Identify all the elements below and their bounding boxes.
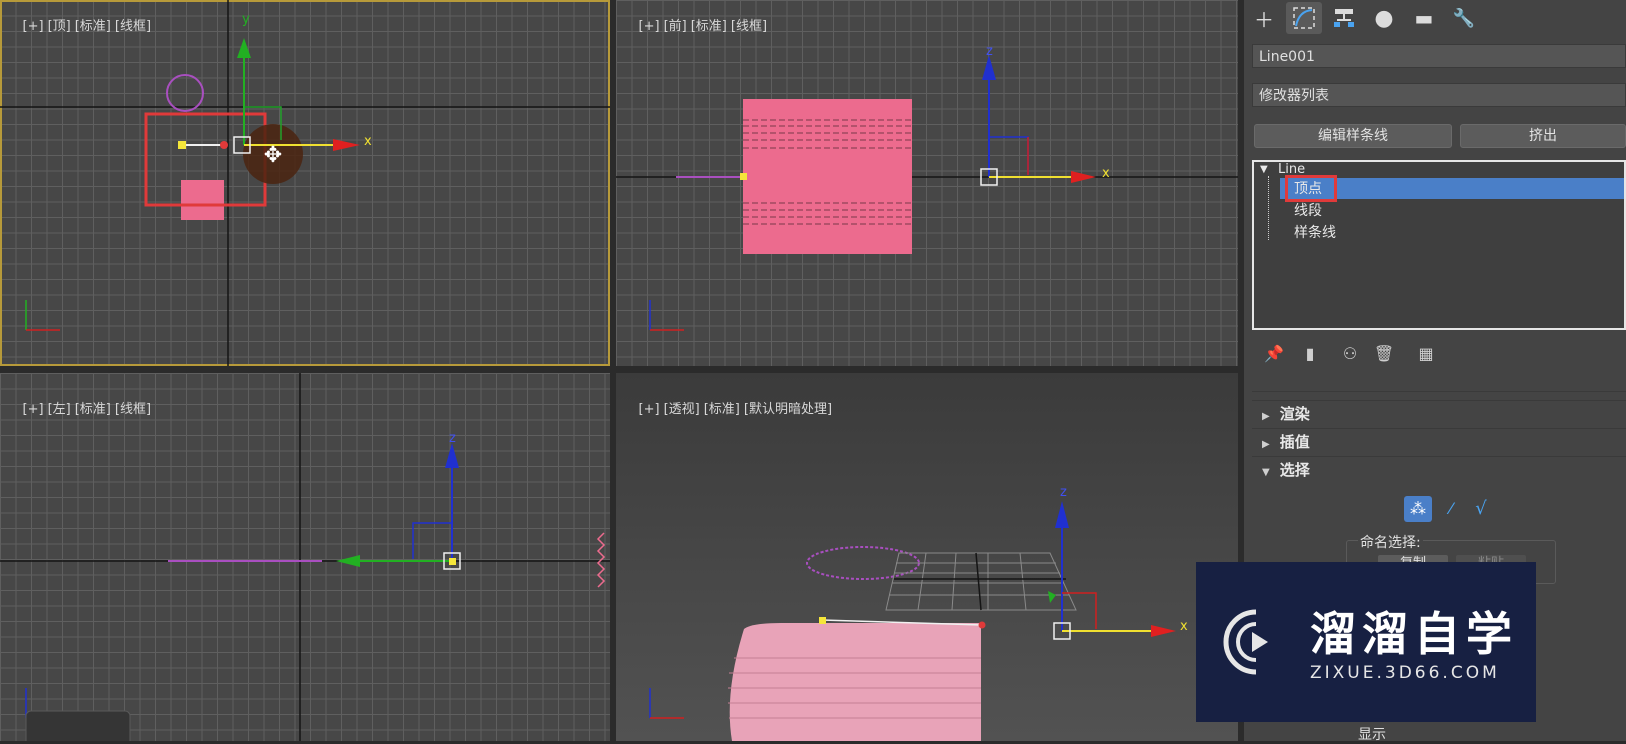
- utilities-icon: 🔧: [1452, 7, 1476, 29]
- circle-shape: [166, 74, 204, 112]
- display-icon: ▬: [1414, 6, 1434, 30]
- segment-icon: ⁄: [1449, 499, 1453, 518]
- watermark-subtitle: ZIXUE.3D66.COM: [1310, 663, 1500, 683]
- video-thumbnail: [25, 710, 131, 741]
- watermark-title: 溜溜自学: [1310, 607, 1518, 661]
- pin-stack-icon[interactable]: 📌: [1262, 342, 1286, 366]
- utilities-tab[interactable]: 🔧: [1446, 2, 1482, 34]
- show-end-result-icon[interactable]: ▮: [1298, 342, 1322, 366]
- front-axis-x-label: x: [1102, 166, 1110, 181]
- rollout-render[interactable]: ▶ 渲染: [1252, 400, 1626, 427]
- modifier-list-dropdown[interactable]: 修改器列表: [1252, 83, 1626, 107]
- rollout-interpolation[interactable]: ▶ 插值: [1252, 428, 1626, 455]
- pink-object-front: [743, 99, 912, 254]
- viewport-perspective-label[interactable]: [+] [透视] [标准] [默认明暗处理]: [622, 383, 836, 432]
- stack-item-spline[interactable]: 样条线: [1294, 223, 1336, 243]
- viewport-front-scene: [616, 55, 1238, 331]
- viewport-front[interactable]: [+] [前] [标准] [线框] x z: [616, 0, 1238, 366]
- object-name-field[interactable]: Line001: [1252, 44, 1626, 68]
- left-axis-z-label: z: [449, 431, 456, 446]
- vertex-mode-button[interactable]: ⁂: [1404, 496, 1432, 522]
- hierarchy-icon: [1334, 9, 1354, 27]
- top-axis-x-label: x: [364, 134, 372, 149]
- viewport-front-label[interactable]: [+] [前] [标准] [线框]: [622, 0, 771, 49]
- motion-tab[interactable]: ●: [1366, 2, 1402, 34]
- vertex-icon: ⁂: [1410, 499, 1426, 518]
- vertex-highlight-box: [1285, 175, 1337, 202]
- viewport-perspective[interactable]: [+] [透视] [标准] [默认明暗处理] x z: [616, 373, 1238, 741]
- extrude-button[interactable]: 挤出: [1460, 124, 1626, 148]
- watermark-logo: 溜溜自学 ZIXUE.3D66.COM: [1196, 562, 1536, 722]
- stack-tree-line: [1268, 176, 1271, 240]
- display-group-label: 显示: [1358, 727, 1386, 743]
- spline-icon: √: [1475, 498, 1487, 519]
- display-tab[interactable]: ▬: [1406, 2, 1442, 34]
- remove-modifier-icon[interactable]: 🗑: [1372, 342, 1396, 366]
- viewport-left[interactable]: [+] [左] [标准] [线框] z: [0, 373, 610, 741]
- edit-spline-button[interactable]: 编辑样条线: [1254, 124, 1452, 148]
- stack-collapse-icon[interactable]: ▼: [1260, 164, 1268, 175]
- viewport-top-label[interactable]: [+] [顶] [标准] [线框]: [6, 0, 155, 49]
- viewport-top[interactable]: [+] [顶] [标准] [线框] ✥ x y: [0, 0, 610, 366]
- divider: [1252, 391, 1626, 392]
- named-selection-label: 命名选择:: [1358, 532, 1423, 552]
- pink-object: [181, 180, 224, 220]
- segment-mode-button[interactable]: ⁄: [1438, 496, 1464, 522]
- create-tab[interactable]: ＋: [1246, 2, 1282, 34]
- expand-arrow-icon: ▶: [1262, 439, 1270, 450]
- viewport-left-label[interactable]: [+] [左] [标准] [线框]: [6, 383, 155, 432]
- create-icon: ＋: [1254, 7, 1274, 32]
- make-unique-icon[interactable]: ⚇: [1338, 342, 1362, 366]
- play-logo-icon: [1223, 609, 1268, 675]
- persp-axis-z-label: z: [1060, 485, 1067, 500]
- configure-modifier-sets-icon[interactable]: ▦: [1414, 342, 1438, 366]
- expand-arrow-icon: ▶: [1262, 411, 1270, 422]
- front-axis-z-label: z: [986, 44, 993, 59]
- modifier-stack: ▼ Line 顶点 线段 样条线: [1252, 160, 1626, 330]
- spline-mode-button[interactable]: √: [1468, 496, 1494, 522]
- persp-axis-x-label: x: [1180, 619, 1188, 634]
- modify-icon: [1293, 7, 1315, 29]
- collapse-arrow-icon: ▼: [1262, 467, 1270, 478]
- top-axis-y-label: y: [242, 12, 250, 27]
- command-panel-tabs: ＋ ● ▬ 🔧: [1244, 0, 1626, 36]
- viewport-top-scene: ✥: [0, 0, 610, 366]
- stack-item-segment[interactable]: 线段: [1294, 201, 1322, 221]
- modify-tab[interactable]: [1286, 2, 1322, 34]
- svg-text:✥: ✥: [264, 143, 282, 168]
- hierarchy-tab[interactable]: [1326, 2, 1362, 34]
- rollout-selection[interactable]: ▼ 选择: [1252, 456, 1626, 483]
- motion-icon: ●: [1374, 5, 1394, 31]
